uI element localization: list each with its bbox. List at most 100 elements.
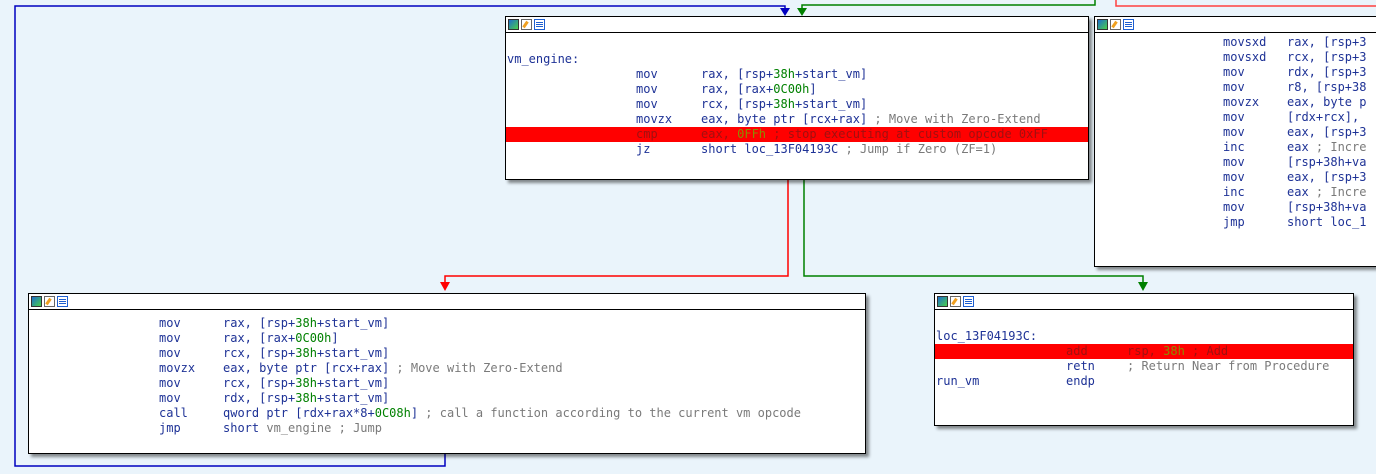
operands[interactable]: eax ; Incre: [1287, 140, 1366, 155]
operands[interactable]: rsp, 38h ; Add: [1127, 344, 1228, 359]
graph-overview-icon[interactable]: [1097, 19, 1108, 30]
code-row[interactable]: movsxd rax, [rsp+3: [1095, 35, 1376, 50]
operands[interactable]: eax, byte ptr [rcx+rax] ; Move with Zero…: [223, 361, 563, 376]
operands[interactable]: eax ; Incre: [1287, 185, 1366, 200]
code-label-row[interactable]: loc_13F04193C:: [935, 329, 1353, 344]
text-view-icon[interactable]: [963, 296, 974, 307]
code-row-highlighted[interactable]: add rsp, 38h ; Add: [935, 344, 1353, 359]
code-row[interactable]: mov rax, [rsp+38h+start_vm]: [506, 67, 1088, 82]
mnemonic[interactable]: call: [159, 406, 188, 421]
text-view-icon[interactable]: [534, 19, 545, 30]
mnemonic[interactable]: mov: [1223, 170, 1245, 185]
proc-name[interactable]: run_vm: [936, 374, 979, 389]
operands[interactable]: short vm_engine ; Jump: [223, 421, 382, 436]
operands[interactable]: eax, byte p: [1287, 95, 1366, 110]
node-exit[interactable]: loc_13F04193C: add rsp, 38h ; Add retn ; R…: [934, 293, 1354, 426]
operands[interactable]: [rsp+38h+va: [1287, 155, 1366, 170]
text-view-icon[interactable]: [57, 296, 68, 307]
mnemonic[interactable]: movzx: [1223, 95, 1259, 110]
code-row[interactable]: mov eax, [rsp+3: [1095, 170, 1376, 185]
code-row[interactable]: mov [rsp+38h+va: [1095, 200, 1376, 215]
mnemonic[interactable]: mov: [636, 82, 658, 97]
operands[interactable]: rax, [rsp+3: [1287, 35, 1366, 50]
code-row[interactable]: mov rdx, [rsp+38h+start_vm]: [29, 391, 865, 406]
mnemonic[interactable]: mov: [636, 67, 658, 82]
code-row[interactable]: mov rcx, [rsp+38h+start_vm]: [29, 346, 865, 361]
code-row[interactable]: mov r8, [rsp+38: [1095, 80, 1376, 95]
code-row[interactable]: movsxd rcx, [rsp+3: [1095, 50, 1376, 65]
operands[interactable]: rdx, [rsp+38h+start_vm]: [223, 391, 389, 406]
mnemonic[interactable]: movzx: [636, 112, 672, 127]
node-dispatch[interactable]: mov rax, [rsp+38h+start_vm] mov rax, [rax+0…: [28, 293, 866, 454]
mnemonic[interactable]: mov: [1223, 125, 1245, 140]
code-row[interactable]: mov rax, [rax+0C00h]: [506, 82, 1088, 97]
operands[interactable]: short loc_1: [1287, 215, 1366, 230]
mnemonic[interactable]: inc: [1223, 185, 1245, 200]
node-title-bar[interactable]: [935, 294, 1353, 310]
operands[interactable]: rax, [rax+0C00h]: [223, 331, 339, 346]
code-row[interactable]: mov rax, [rax+0C00h]: [29, 331, 865, 346]
mnemonic[interactable]: inc: [1223, 140, 1245, 155]
graph-overview-icon[interactable]: [937, 296, 948, 307]
code-row[interactable]: retn ; Return Near from Procedure: [935, 359, 1353, 374]
mnemonic[interactable]: endp: [1066, 374, 1095, 389]
operands[interactable]: [rdx+rcx],: [1287, 110, 1359, 125]
mnemonic[interactable]: mov: [159, 331, 181, 346]
mnemonic[interactable]: jz: [636, 142, 650, 157]
code-row[interactable]: jmp short loc_1: [1095, 215, 1376, 230]
operands[interactable]: rax, [rsp+38h+start_vm]: [701, 67, 867, 82]
graph-overview-icon[interactable]: [508, 19, 519, 30]
edit-color-icon[interactable]: [521, 19, 532, 30]
mnemonic[interactable]: mov: [1223, 155, 1245, 170]
node-vm-engine[interactable]: vm_engine: mov rax, [rsp+38h+start_vm] mov…: [505, 16, 1089, 180]
code-row-highlighted[interactable]: cmp eax, 0FFh ; stop executing at custom …: [506, 127, 1088, 142]
edit-color-icon[interactable]: [1110, 19, 1121, 30]
operands[interactable]: eax, 0FFh ; stop executing at custom opc…: [701, 127, 1048, 142]
operands[interactable]: eax, [rsp+3: [1287, 125, 1366, 140]
operands[interactable]: ; Return Near from Procedure: [1127, 359, 1329, 374]
code-row[interactable]: mov rdx, [rsp+3: [1095, 65, 1376, 80]
code-label[interactable]: vm_engine:: [507, 52, 579, 67]
node-title-bar[interactable]: [1095, 17, 1376, 33]
code-row[interactable]: inc eax ; Incre: [1095, 140, 1376, 155]
code-row[interactable]: jz short loc_13F04193C ; Jump if Zero (ZF…: [506, 142, 1088, 157]
code-row[interactable]: call qword ptr [rdx+rax*8+0C08h] ; call a…: [29, 406, 865, 421]
code-row[interactable]: mov rcx, [rsp+38h+start_vm]: [29, 376, 865, 391]
mnemonic[interactable]: mov: [159, 376, 181, 391]
code-row[interactable]: movzx eax, byte p: [1095, 95, 1376, 110]
code-row[interactable]: jmp short vm_engine ; Jump: [29, 421, 865, 436]
operands[interactable]: rax, [rax+0C00h]: [701, 82, 817, 97]
node-loop-body[interactable]: movsxd rax, [rsp+3 movsxd rcx, [rsp+3 mov rdx…: [1094, 16, 1376, 267]
code-label[interactable]: loc_13F04193C:: [936, 329, 1037, 344]
mnemonic[interactable]: jmp: [1223, 215, 1245, 230]
edit-color-icon[interactable]: [44, 296, 55, 307]
mnemonic[interactable]: jmp: [159, 421, 181, 436]
operands[interactable]: rcx, [rsp+38h+start_vm]: [223, 376, 389, 391]
edit-color-icon[interactable]: [950, 296, 961, 307]
text-view-icon[interactable]: [1123, 19, 1134, 30]
mnemonic[interactable]: mov: [1223, 200, 1245, 215]
code-row[interactable]: movzx eax, byte ptr [rcx+rax] ; Move with…: [506, 112, 1088, 127]
code-label-row[interactable]: vm_engine:: [506, 52, 1088, 67]
operands[interactable]: qword ptr [rdx+rax*8+0C08h] ; call a fun…: [223, 406, 801, 421]
mnemonic[interactable]: mov: [159, 391, 181, 406]
mnemonic[interactable]: movsxd: [1223, 35, 1266, 50]
operands[interactable]: rax, [rsp+38h+start_vm]: [223, 316, 389, 331]
operands[interactable]: r8, [rsp+38: [1287, 80, 1366, 95]
operands[interactable]: rcx, [rsp+38h+start_vm]: [701, 97, 867, 112]
operands[interactable]: short loc_13F04193C ; Jump if Zero (ZF=1…: [701, 142, 997, 157]
mnemonic[interactable]: movzx: [159, 361, 195, 376]
node-title-bar[interactable]: [29, 294, 865, 310]
operands[interactable]: eax, byte ptr [rcx+rax] ; Move with Zero…: [701, 112, 1041, 127]
mnemonic[interactable]: mov: [1223, 110, 1245, 125]
mnemonic[interactable]: movsxd: [1223, 50, 1266, 65]
code-row[interactable]: mov [rdx+rcx],: [1095, 110, 1376, 125]
code-row[interactable]: inc eax ; Incre: [1095, 185, 1376, 200]
graph-overview-icon[interactable]: [31, 296, 42, 307]
mnemonic[interactable]: mov: [636, 97, 658, 112]
operands[interactable]: rdx, [rsp+3: [1287, 65, 1366, 80]
mnemonic[interactable]: cmp: [636, 127, 658, 142]
mnemonic[interactable]: mov: [159, 346, 181, 361]
code-row[interactable]: mov rcx, [rsp+38h+start_vm]: [506, 97, 1088, 112]
mnemonic[interactable]: mov: [159, 316, 181, 331]
